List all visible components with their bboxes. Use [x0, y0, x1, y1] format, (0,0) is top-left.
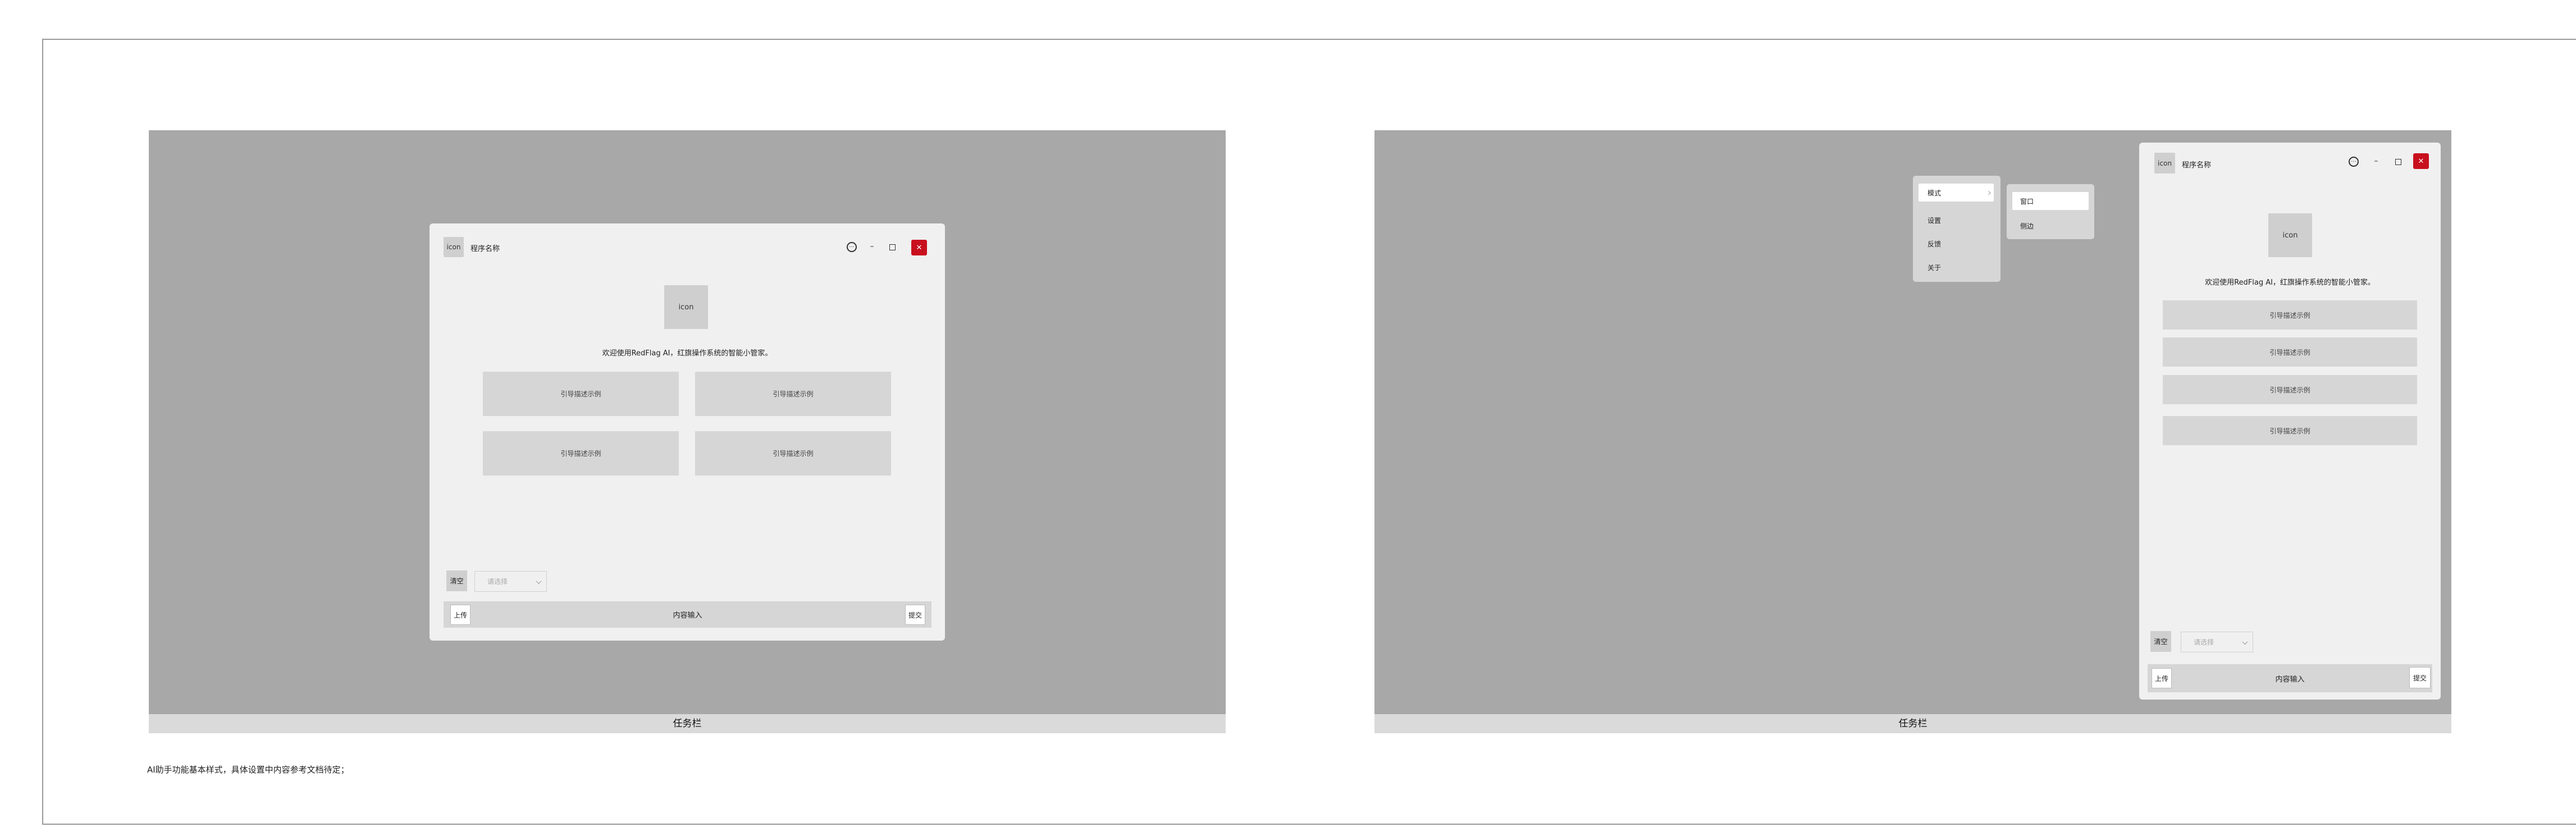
- maximize-icon: [889, 244, 896, 250]
- menu-item-settings[interactable]: 设置: [1928, 213, 1941, 227]
- close-button[interactable]: ✕: [911, 240, 927, 255]
- select-placeholder: 请选择: [487, 578, 508, 586]
- guide-card[interactable]: 引导描述示例: [2163, 300, 2417, 330]
- minimize-button[interactable]: –: [866, 241, 878, 252]
- taskbar-right: 任务栏: [1374, 714, 2451, 733]
- mode-select[interactable]: 请选择: [474, 571, 547, 592]
- app-icon: icon: [444, 237, 464, 257]
- chevron-down-icon: [536, 578, 542, 584]
- assistant-window-left: icon 程序名称 ··· – ✕ icon 欢迎使用RedFlag AI，红旗…: [430, 223, 945, 641]
- assistant-logo: icon: [664, 285, 708, 329]
- app-name: 程序名称: [471, 245, 500, 253]
- mode-submenu: 窗口 侧边: [2007, 184, 2094, 239]
- guide-card[interactable]: 引导描述示例: [483, 431, 679, 476]
- guide-card[interactable]: 引导描述示例: [2163, 337, 2417, 367]
- mode-select[interactable]: 请选择: [2181, 632, 2253, 652]
- clear-button[interactable]: 清空: [446, 570, 467, 591]
- submenu-item-sidebar[interactable]: 侧边: [2020, 219, 2034, 232]
- guide-card[interactable]: 引导描述示例: [2163, 375, 2417, 404]
- assistant-logo: icon: [2268, 213, 2312, 257]
- assistant-window-right: icon 程序名称 ··· – ✕ icon 欢迎使用RedFlag AI，红旗…: [2139, 143, 2441, 700]
- submit-button[interactable]: 提交: [905, 605, 925, 625]
- message-input[interactable]: 内容输入: [2148, 664, 2432, 692]
- upload-button[interactable]: 上传: [450, 605, 471, 625]
- taskbar-left: 任务栏: [149, 714, 1226, 733]
- welcome-text: 欢迎使用RedFlag AI，红旗操作系统的智能小管家。: [602, 349, 773, 358]
- guide-card[interactable]: 引导描述示例: [2163, 416, 2417, 445]
- welcome-text: 欢迎使用RedFlag AI，红旗操作系统的智能小管家。: [2205, 278, 2375, 287]
- chevron-down-icon: [2242, 638, 2248, 645]
- app-icon: icon: [2154, 153, 2175, 173]
- guide-card[interactable]: 引导描述示例: [483, 372, 679, 416]
- settings-menu: 模式 › 设置 反馈 关于: [1913, 176, 2000, 282]
- upload-button[interactable]: 上传: [2152, 668, 2172, 688]
- design-caption: AI助手功能基本样式，具体设置中内容参考文档待定；: [147, 765, 349, 775]
- app-name: 程序名称: [2182, 161, 2212, 170]
- menu-item-mode[interactable]: 模式 ›: [1919, 184, 1994, 202]
- guide-card[interactable]: 引导描述示例: [695, 372, 891, 416]
- close-button[interactable]: ✕: [2413, 153, 2429, 169]
- submit-button[interactable]: 提交: [2409, 667, 2431, 688]
- minimize-button[interactable]: –: [2371, 156, 2382, 167]
- menu-item-label: 模式: [1928, 189, 1942, 197]
- select-placeholder: 请选择: [2194, 638, 2214, 646]
- menu-item-feedback[interactable]: 反馈: [1928, 237, 1941, 250]
- guide-card[interactable]: 引导描述示例: [695, 431, 891, 476]
- input-bar: 内容输入 上传 提交: [2148, 664, 2432, 692]
- menu-item-about[interactable]: 关于: [1928, 261, 1941, 274]
- more-options-icon[interactable]: ···: [847, 242, 857, 252]
- input-bar: 内容输入 上传 提交: [444, 601, 931, 628]
- clear-button[interactable]: 清空: [2150, 631, 2171, 652]
- maximize-button[interactable]: [887, 242, 897, 252]
- message-input[interactable]: 内容输入: [444, 601, 931, 628]
- maximize-icon: [2395, 158, 2401, 165]
- chevron-right-icon: ›: [1987, 186, 1992, 199]
- submenu-item-window[interactable]: 窗口: [2012, 192, 2089, 210]
- maximize-button[interactable]: [2393, 157, 2403, 167]
- more-options-icon[interactable]: ···: [2349, 157, 2359, 167]
